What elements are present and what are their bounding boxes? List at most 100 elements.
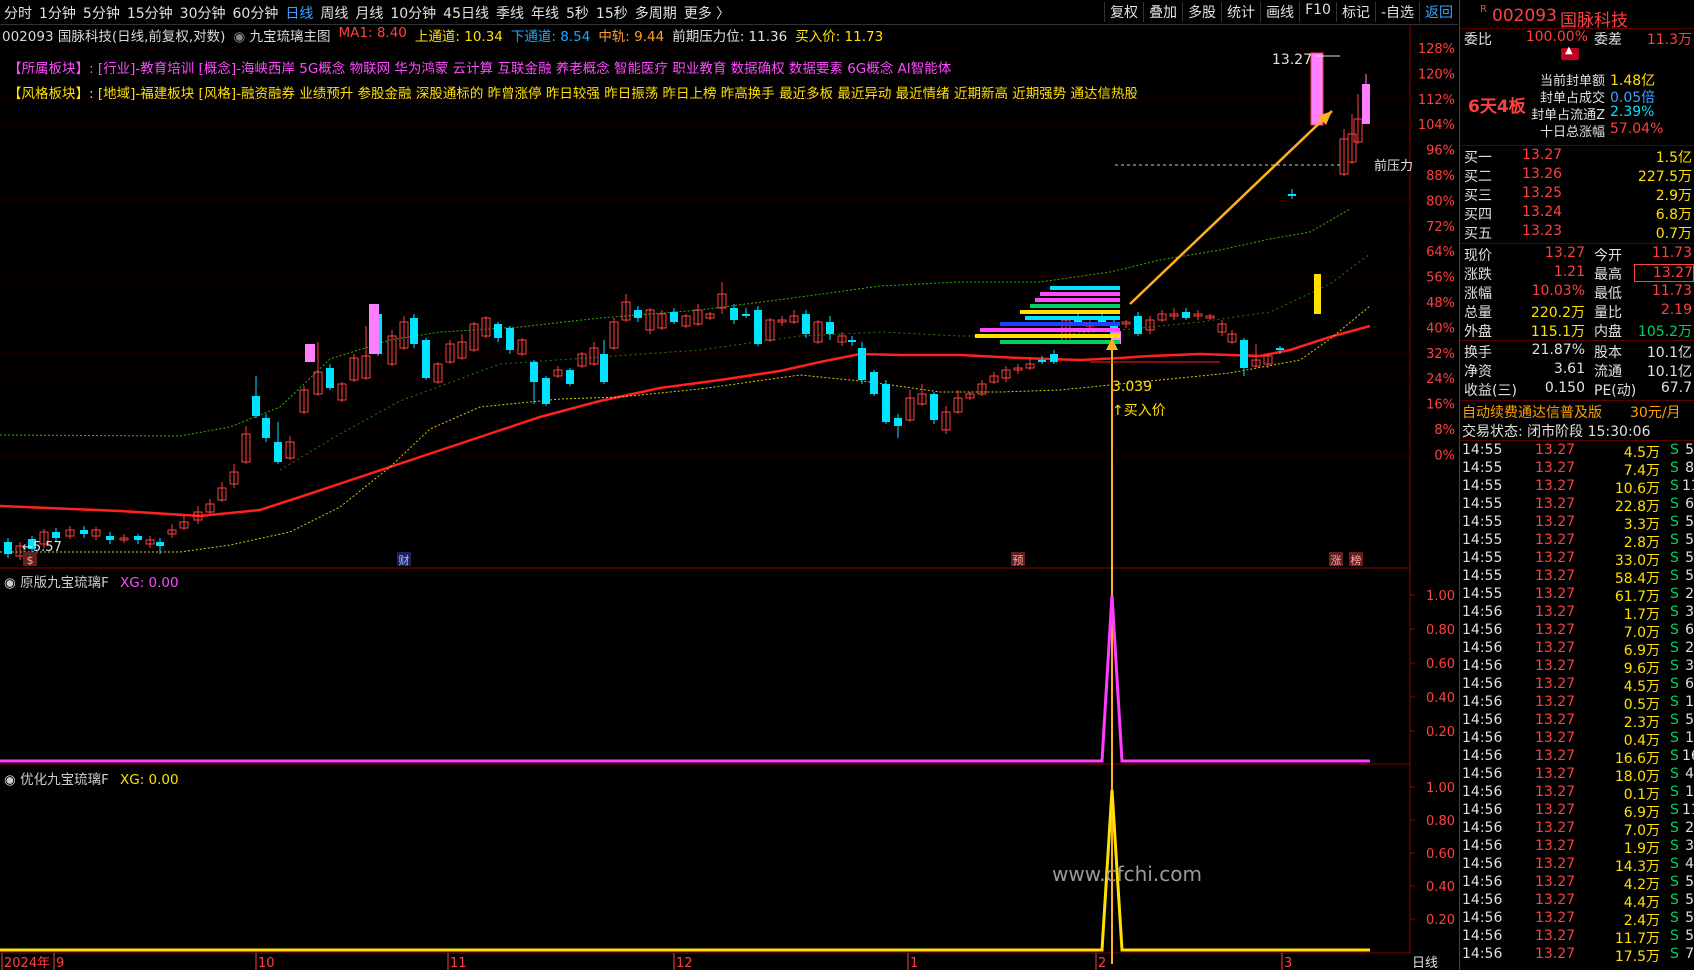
- period-tab[interactable]: 季线: [496, 3, 531, 23]
- stat-label: 换手: [1464, 345, 1492, 361]
- period-tab[interactable]: 分时: [4, 3, 39, 23]
- r-mark: R: [1480, 4, 1487, 15]
- period-tab[interactable]: 15秒: [596, 3, 635, 23]
- tool-button[interactable]: 画线: [1260, 2, 1299, 22]
- stat-label-2: 最高: [1594, 267, 1622, 283]
- kline-chart-area[interactable]: 128%120%112%104%96%88%80%72%64%56%48%40%…: [0, 24, 1458, 970]
- event-label: 财: [399, 553, 410, 567]
- trade-row[interactable]: 14:56 13.27 2.4万 S 5: [1460, 910, 1694, 929]
- trade-row[interactable]: 14:55 13.27 10.6万 S 11: [1460, 478, 1694, 497]
- trade-row[interactable]: 14:56 13.27 0.1万 S 1: [1460, 784, 1694, 803]
- trade-time: 14:56: [1462, 640, 1503, 656]
- trade-side: S: [1670, 604, 1679, 620]
- candle-body: [506, 328, 514, 350]
- period-tab[interactable]: 多周期: [635, 3, 684, 23]
- trade-row[interactable]: 14:55 13.27 4.5万 S 5: [1460, 442, 1694, 461]
- trade-row[interactable]: 14:55 13.27 61.7万 S 2: [1460, 586, 1694, 605]
- trade-row[interactable]: 14:56 13.27 16.6万 S 16: [1460, 748, 1694, 767]
- ad-row[interactable]: 自动续费通达信普及版 30元/月: [1460, 402, 1694, 421]
- trade-row[interactable]: 14:56 13.27 7.0万 S 2: [1460, 820, 1694, 839]
- period-tab[interactable]: 更多 〉: [684, 3, 737, 23]
- collapse-toggle[interactable]: ▲: [1561, 45, 1579, 60]
- trade-row[interactable]: 14:55 13.27 22.8万 S 6: [1460, 496, 1694, 515]
- trade-row[interactable]: 14:56 13.27 14.3万 S 4: [1460, 856, 1694, 875]
- period-tab[interactable]: 日线: [285, 3, 320, 23]
- period-tab[interactable]: 1分钟: [39, 3, 83, 23]
- period-tab[interactable]: 周线: [320, 3, 355, 23]
- tool-button[interactable]: 复权: [1104, 2, 1143, 22]
- trade-count: 6: [1685, 622, 1694, 638]
- bid-price: 13.26: [1522, 166, 1563, 182]
- trade-row[interactable]: 14:55 13.27 33.0万 S 5: [1460, 550, 1694, 569]
- period-tab[interactable]: 5秒: [566, 3, 596, 23]
- quote-header: R 002093 国脉科技: [1460, 4, 1694, 31]
- trade-time: 14:56: [1462, 874, 1503, 890]
- trade-side: S: [1670, 694, 1679, 710]
- tool-button[interactable]: 叠加: [1143, 2, 1182, 22]
- stat-value: 10.03%: [1531, 283, 1585, 299]
- chip-bar: [975, 334, 1120, 338]
- trade-row[interactable]: 14:56 13.27 11.7万 S 5: [1460, 928, 1694, 947]
- period-tab[interactable]: 5分钟: [83, 3, 127, 23]
- trade-row[interactable]: 14:56 13.27 9.6万 S 3: [1460, 658, 1694, 677]
- tool-button[interactable]: 统计: [1221, 2, 1260, 22]
- trade-row[interactable]: 14:56 13.27 0.4万 S 1: [1460, 730, 1694, 749]
- trade-volume: 2.3万: [1623, 715, 1660, 731]
- tool-button[interactable]: 多股: [1182, 2, 1221, 22]
- trade-time: 14:56: [1462, 838, 1503, 854]
- trade-row[interactable]: 14:56 13.27 6.9万 S 11: [1460, 802, 1694, 821]
- trade-row[interactable]: 14:56 13.27 1.9万 S 3: [1460, 838, 1694, 857]
- tool-button[interactable]: -自选: [1374, 2, 1419, 22]
- period-tab[interactable]: 30分钟: [180, 3, 233, 23]
- trade-row[interactable]: 14:55 13.27 2.8万 S 5: [1460, 532, 1694, 551]
- seal-row: 十日总涨幅 57.04%: [1460, 121, 1694, 140]
- trade-row[interactable]: 14:56 13.27 7.0万 S 6: [1460, 622, 1694, 641]
- bid-row[interactable]: 买四 13.24 6.8万: [1460, 204, 1694, 223]
- bid-row[interactable]: 买五 13.23 0.7万: [1460, 223, 1694, 242]
- trade-row[interactable]: 14:56 13.27 4.4万 S 5: [1460, 892, 1694, 911]
- period-tab[interactable]: 10分钟: [390, 3, 443, 23]
- trade-volume: 22.8万: [1614, 499, 1660, 515]
- period-tab[interactable]: 45日线: [443, 3, 496, 23]
- sub1-tick: 0.60: [1426, 657, 1455, 672]
- trade-row[interactable]: 14:56 13.27 4.2万 S 5: [1460, 874, 1694, 893]
- chip-bar: [980, 328, 1120, 332]
- candle-body: [80, 530, 88, 534]
- bid-volume: 227.5万: [1637, 169, 1692, 185]
- bid-volume: 2.9万: [1655, 188, 1692, 204]
- tool-button[interactable]: 返回: [1419, 2, 1458, 22]
- trade-row[interactable]: 14:56 13.27 4.5万 S 6: [1460, 676, 1694, 695]
- trade-row[interactable]: 14:55 13.27 3.3万 S 5: [1460, 514, 1694, 533]
- trade-row[interactable]: 14:55 13.27 58.4万 S 5: [1460, 568, 1694, 587]
- trade-side: S: [1670, 586, 1679, 602]
- trade-row[interactable]: 14:56 13.27 18.0万 S 4: [1460, 766, 1694, 785]
- candle-body: [1038, 360, 1046, 362]
- chip-bar: [1025, 316, 1120, 320]
- period-tab[interactable]: 15分钟: [127, 3, 180, 23]
- trade-row[interactable]: 14:55 13.27 7.4万 S 8: [1460, 460, 1694, 479]
- bid-row[interactable]: 买三 13.25 2.9万: [1460, 185, 1694, 204]
- candle-body: [754, 310, 762, 344]
- period-tab[interactable]: 60分钟: [233, 3, 286, 23]
- tool-button[interactable]: F10: [1299, 2, 1336, 22]
- bid-row[interactable]: 买二 13.26 227.5万: [1460, 166, 1694, 185]
- tool-button[interactable]: 标记: [1335, 2, 1375, 22]
- bid-price: 13.25: [1522, 185, 1563, 201]
- trade-row[interactable]: 14:56 13.27 1.7万 S 3: [1460, 604, 1694, 623]
- trade-row[interactable]: 14:56 13.27 17.5万 S 7: [1460, 946, 1694, 965]
- trade-row[interactable]: 14:56 13.27 6.9万 S 2: [1460, 640, 1694, 659]
- trade-row[interactable]: 14:56 13.27 0.5万 S 1: [1460, 694, 1694, 713]
- candle-body: [422, 340, 430, 378]
- y-tick-label: 104%: [1418, 118, 1455, 133]
- trade-price: 13.27: [1535, 550, 1576, 566]
- trade-row[interactable]: 14:56 13.27 2.3万 S 5: [1460, 712, 1694, 731]
- trade-price: 13.27: [1535, 874, 1576, 890]
- trade-time: 14:56: [1462, 946, 1503, 962]
- bid-row[interactable]: 买一 13.27 1.5亿: [1460, 147, 1694, 166]
- stat-value: 3.61: [1553, 361, 1585, 377]
- y-tick-label: 32%: [1426, 347, 1455, 362]
- period-tab[interactable]: 年线: [531, 3, 566, 23]
- period-tab[interactable]: 月线: [355, 3, 390, 23]
- candle-body: [858, 348, 866, 380]
- weibi-value: 100.00%: [1525, 29, 1588, 45]
